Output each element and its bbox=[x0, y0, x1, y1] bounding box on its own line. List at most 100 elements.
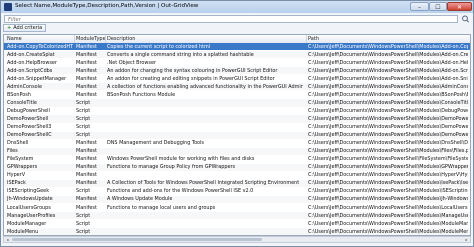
cell-name: ModuleMenu bbox=[7, 228, 39, 235]
cell-description: .Net Object Browser bbox=[107, 59, 156, 66]
cell-moduletype: Script bbox=[76, 99, 91, 106]
horizontal-scrollbar[interactable]: ◂ ▸ bbox=[3, 236, 471, 243]
table-row[interactable]: ConsoleTitle Script C:\Users\Jeff\Document… bbox=[4, 99, 470, 107]
cell-name: Jh-WindowsUpdate bbox=[7, 196, 53, 203]
cell-name: BSonPosh bbox=[7, 91, 31, 98]
plus-icon: + bbox=[7, 25, 12, 31]
search-icon[interactable] bbox=[461, 15, 470, 23]
cell-path: C:\Users\Jeff\Documents\WindowsPowerShel… bbox=[308, 212, 468, 219]
cell-moduletype: Manifest bbox=[76, 43, 97, 50]
table-row[interactable]: ModuleMenu Script C:\Users\Jeff\Documents\… bbox=[4, 228, 470, 235]
scroll-right-icon[interactable]: ▸ bbox=[463, 237, 470, 242]
cell-description: An addon for creating and editing snippe… bbox=[107, 75, 275, 82]
table-row[interactable]: ISEScriptingGeek Script Functions and add-… bbox=[4, 188, 470, 195]
cell-name: DemoPowerShellC bbox=[7, 132, 52, 139]
table-row[interactable]: ModuleManager Script C:\Users\Jeff\Documen… bbox=[4, 220, 470, 227]
cell-name: DemoPowerShell3 bbox=[7, 124, 52, 130]
cell-description: A Windows Update Module bbox=[107, 196, 173, 203]
table-row[interactable]: Add-on.HelpBrowser Manifest .Net Object Br… bbox=[4, 59, 470, 66]
table-row[interactable]: DemoPowerShell Script C:\Users\Jeff\Docume… bbox=[4, 115, 470, 123]
add-criteria-button[interactable]: + Add criteria bbox=[3, 24, 47, 32]
column-header-path[interactable]: Path bbox=[308, 36, 319, 42]
cell-path: C:\Users\Jeff\Documents\WindowsPowerShel… bbox=[308, 75, 468, 82]
cell-description: Functions to manage Group Policy from GP… bbox=[107, 164, 236, 171]
cell-path: C:\Users\Jeff\Documents\WindowsPowerShel… bbox=[308, 43, 468, 50]
cell-name: ModuleManager bbox=[7, 220, 47, 227]
cell-name: DnsShell bbox=[7, 140, 29, 147]
title-bar[interactable]: Select Name,ModuleType,Description,Path,… bbox=[1, 1, 473, 13]
filter-bar: Filter bbox=[2, 14, 472, 24]
table-row[interactable]: GPWrappers Manifest Functions to manage Gr… bbox=[4, 163, 470, 171]
cell-moduletype: Script bbox=[76, 132, 91, 139]
cell-name: ISEPack bbox=[7, 180, 26, 187]
table-row[interactable]: DemoPowerShellC Script C:\Users\Jeff\Docum… bbox=[4, 131, 470, 139]
filter-placeholder: Filter bbox=[8, 17, 21, 23]
cell-moduletype: Script bbox=[76, 115, 91, 122]
table-row[interactable]: DnsShell Manifest DNS Management and Debug… bbox=[4, 140, 470, 147]
cell-description: Windows PowerShell module for working wi… bbox=[107, 156, 255, 163]
table-row[interactable]: Files Manifest C:\Users\Jeff\Documents\Win… bbox=[4, 147, 470, 155]
cell-path: C:\Users\Jeff\Documents\WindowsPowerShel… bbox=[308, 188, 468, 195]
cell-path: C:\Users\Jeff\Documents\WindowsPowerShel… bbox=[308, 99, 468, 106]
cell-moduletype: Manifest bbox=[76, 91, 97, 98]
cell-moduletype: Manifest bbox=[76, 75, 97, 82]
window-title: Select Name,ModuleType,Description,Path,… bbox=[15, 3, 199, 9]
minimize-button[interactable]: – bbox=[410, 2, 429, 11]
table-row[interactable]: ManageUserProfiles Script C:\Users\Jeff\Do… bbox=[4, 212, 470, 220]
cell-moduletype: Script bbox=[76, 228, 91, 235]
cell-moduletype: Manifest bbox=[76, 180, 97, 187]
table-row[interactable]: Add-on.ScriptCdbs Manifest An addon for ch… bbox=[4, 67, 470, 75]
cell-path: C:\Users\Jeff\Documents\WindowsPowerShel… bbox=[308, 180, 468, 187]
cell-name: Files bbox=[7, 148, 18, 155]
table-row[interactable]: FileSystem Manifest Windows PowerShell mod… bbox=[4, 156, 470, 163]
filter-input[interactable]: Filter bbox=[4, 15, 458, 23]
results-grid[interactable]: Name ModuleType Description Path Add-on.… bbox=[3, 34, 471, 236]
cell-moduletype: Script bbox=[76, 107, 91, 114]
close-button[interactable]: ✕ bbox=[447, 2, 472, 11]
cell-path: C:\Users\Jeff\Documents\WindowsPowerShel… bbox=[308, 51, 468, 58]
cell-name: Add-on.ScriptCdbs bbox=[7, 67, 53, 74]
column-header-moduletype[interactable]: ModuleType bbox=[76, 36, 106, 42]
cell-description: Functions and add-ons for the Windows Po… bbox=[107, 188, 254, 195]
column-header-description[interactable]: Description bbox=[107, 36, 135, 42]
cell-name: ConsoleTitle bbox=[7, 99, 37, 106]
cell-path: C:\Users\Jeff\Documents\WindowsPowerShel… bbox=[308, 59, 468, 66]
table-row[interactable]: Jh-WindowsUpdate Manifest A Windows Update… bbox=[4, 195, 470, 204]
table-row[interactable]: BSonPosh Manifest BSonPosh Functions Modul… bbox=[4, 91, 470, 98]
cell-path: C:\Users\Jeff\Documents\WindowsPowerShel… bbox=[308, 220, 468, 227]
cell-name: HyperV bbox=[7, 172, 26, 179]
cell-path: C:\Users\Jeff\Documents\WindowsPowerShel… bbox=[308, 115, 468, 122]
column-divider[interactable] bbox=[105, 35, 106, 43]
cell-moduletype: Manifest bbox=[76, 83, 97, 90]
cell-name: FileSystem bbox=[7, 156, 34, 163]
scroll-left-icon[interactable]: ◂ bbox=[4, 237, 11, 242]
cell-path: C:\Users\Jeff\Documents\WindowsPowerShel… bbox=[308, 156, 468, 163]
cell-moduletype: Manifest bbox=[76, 67, 97, 74]
column-divider[interactable] bbox=[306, 35, 307, 43]
cell-name: AdminConsole bbox=[7, 83, 43, 90]
table-row[interactable]: AdminConsole Manifest A collection of func… bbox=[4, 83, 470, 91]
cell-path: C:\Users\Jeff\Documents\WindowsPowerShel… bbox=[308, 164, 468, 171]
cell-name: Add-on.SnippetManager bbox=[7, 75, 67, 82]
table-row[interactable]: HyperV Manifest C:\Users\Jeff\Documents\Wi… bbox=[4, 172, 470, 179]
cell-moduletype: Script bbox=[76, 124, 91, 130]
table-row[interactable]: LocalUsersGroups Manifest Functions to man… bbox=[4, 204, 470, 211]
table-row[interactable]: DebugPowerShell Script C:\Users\Jeff\Docum… bbox=[4, 107, 470, 114]
scroll-thumb[interactable] bbox=[12, 238, 262, 241]
column-divider[interactable] bbox=[74, 35, 75, 43]
table-row[interactable]: Add-on.CopyToColorizedHTML Manifest Copies… bbox=[4, 43, 470, 51]
table-row[interactable]: Add-on.CreateSplat Manifest Converts a sin… bbox=[4, 51, 470, 59]
cell-path: C:\Users\Jeff\Documents\WindowsPowerShel… bbox=[308, 132, 468, 139]
cell-name: Add-on.CreateSplat bbox=[7, 51, 55, 58]
cell-description: Functions to manage local users and grou… bbox=[107, 204, 216, 211]
cell-moduletype: Script bbox=[76, 188, 91, 195]
cell-name: DemoPowerShell bbox=[7, 115, 49, 122]
maximize-button[interactable]: ☐ bbox=[429, 2, 447, 11]
table-row[interactable]: Add-on.SnippetManager Manifest An addon fo… bbox=[4, 75, 470, 82]
column-header-name[interactable]: Name bbox=[7, 36, 22, 42]
table-row[interactable]: ISEPack Manifest A Collection of Tools for… bbox=[4, 179, 470, 188]
cell-path: C:\Users\Jeff\Documents\WindowsPowerShel… bbox=[308, 228, 468, 235]
table-row[interactable]: DemoPowerShell3 Script C:\Users\Jeff\Docum… bbox=[4, 124, 470, 131]
cell-moduletype: Manifest bbox=[76, 140, 97, 147]
cell-moduletype: Script bbox=[76, 220, 91, 227]
